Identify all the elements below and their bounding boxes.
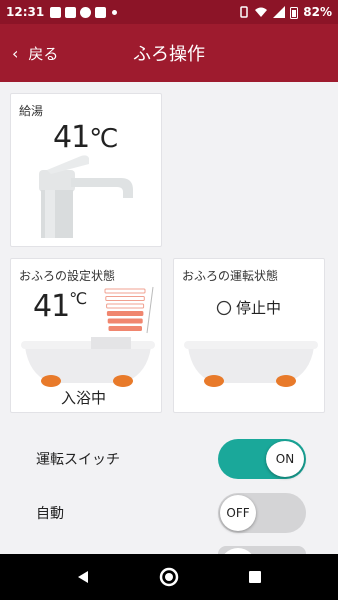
back-label: 戻る (28, 44, 59, 63)
nav-home-icon (159, 567, 179, 587)
toggle-label-power: 運転スイッチ (36, 452, 120, 468)
bath-operation-state: 停止中 (236, 299, 282, 317)
nav-recents-icon (249, 571, 261, 583)
water-level-bar (105, 296, 145, 301)
bath-operation-status: 停止中 (216, 297, 281, 318)
power-switch-toggle[interactable]: ON (218, 439, 306, 479)
water-level-bar (106, 303, 145, 309)
status-time: 12:31 (6, 5, 45, 19)
water-level-bar (107, 318, 143, 324)
notification-line-icon (80, 6, 92, 18)
bath-operation-card[interactable]: おふろの運転状態 停止中 (173, 258, 325, 413)
auto-knob: OFF (220, 495, 256, 531)
notification-facebook-icon (65, 6, 77, 18)
water-level-bar (106, 311, 144, 316)
status-bar: 12:31 82% (0, 0, 338, 24)
toggle-row-auto: 自動 OFF (0, 486, 338, 540)
bath-operation-label: おふろの運転状態 (182, 269, 279, 283)
vibrate-icon (240, 6, 249, 18)
wifi-icon (255, 7, 268, 17)
bath-setting-card[interactable]: おふろの設定状態 41℃ 入浴中 (10, 258, 162, 413)
notification-image-icon (50, 6, 62, 18)
bathtub-icon (184, 341, 318, 387)
power-switch-knob: ON (266, 441, 304, 477)
water-level-indicator (104, 286, 154, 334)
hot-water-card[interactable]: 給湯 41℃ (10, 93, 162, 247)
stopped-circle-icon (216, 300, 232, 315)
bath-setting-label: おふろの設定状態 (19, 269, 116, 283)
nav-back-button[interactable] (68, 562, 98, 592)
back-button[interactable]: ‹ 戻る (0, 24, 58, 82)
toggle-partial[interactable] (218, 546, 306, 554)
navigation-bar (0, 554, 338, 600)
battery-icon (290, 6, 299, 19)
app-bar: ‹ 戻る ふろ操作 (0, 24, 338, 82)
bath-setting-temp-value: 41 (33, 289, 70, 324)
back-chevron-icon: ‹ (12, 43, 19, 63)
water-level-edge (146, 286, 154, 334)
faucet-icon (39, 155, 133, 238)
water-level-bar (104, 288, 146, 294)
bath-setting-temp-unit: ℃ (69, 289, 87, 308)
nav-home-button[interactable] (154, 562, 184, 592)
notification-dot-icon (112, 9, 118, 15)
battery-percent: 82% (303, 5, 332, 19)
bath-setting-temp: 41℃ (33, 289, 87, 324)
nav-recents-button[interactable] (240, 562, 270, 592)
toggle-row-power: 運転スイッチ ON (0, 432, 338, 486)
nav-back-icon (78, 571, 88, 583)
signal-icon (273, 6, 286, 18)
water-level-bar (108, 326, 142, 331)
auto-toggle[interactable]: OFF (218, 493, 306, 533)
toggle-label-auto: 自動 (36, 506, 64, 522)
bath-setting-state: 入浴中 (61, 389, 107, 407)
notification-facebook-icon-2 (95, 6, 107, 18)
